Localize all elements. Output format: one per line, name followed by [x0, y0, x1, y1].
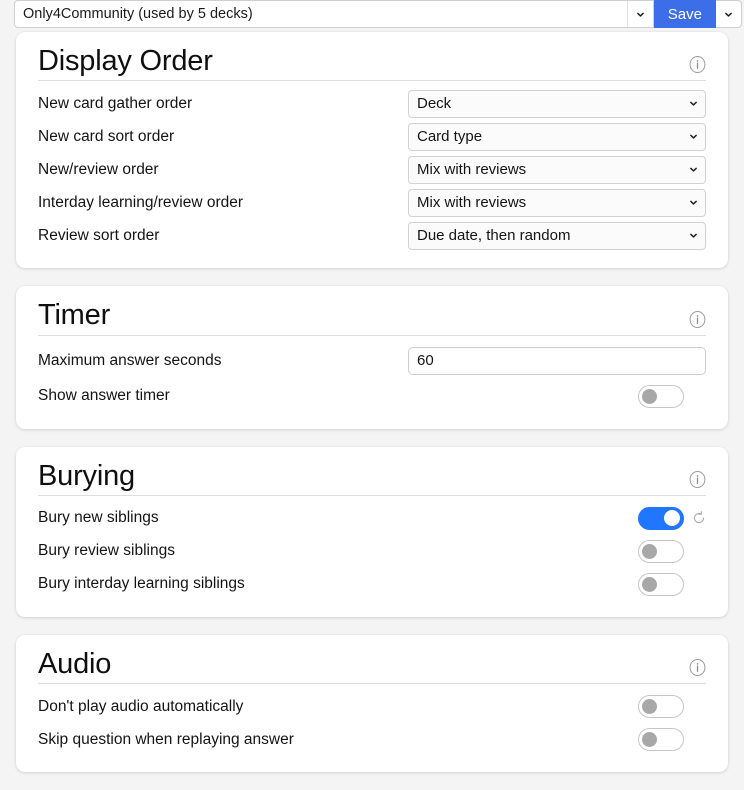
row-review-sort-order: Review sort order Due date, then random: [38, 219, 706, 252]
toggle-wrap: [638, 539, 706, 563]
preset-dropdown-button[interactable]: [626, 1, 653, 27]
section-title: Timer: [38, 299, 111, 332]
settings-scroll-area[interactable]: Display Order New card gather order Deck…: [0, 28, 744, 790]
row-label: Bury interday learning siblings: [38, 575, 245, 593]
preset-selected-value: Only4Community (used by 5 decks): [23, 6, 253, 22]
new-card-gather-order-select[interactable]: Deck: [408, 89, 706, 118]
row-label: Review sort order: [38, 226, 160, 244]
toggle-knob: [642, 732, 657, 748]
save-button[interactable]: Save: [653, 0, 716, 28]
row-control: 60: [408, 346, 706, 375]
row-bury-review-siblings: Bury review siblings: [38, 535, 706, 568]
row-dont-play-audio-automatically: Don't play audio automatically: [38, 690, 706, 723]
bury-review-siblings-toggle[interactable]: [638, 539, 684, 563]
section-header: Audio: [38, 647, 706, 685]
chevron-down-icon: [681, 132, 705, 141]
row-control: [408, 572, 706, 596]
row-label: Bury review siblings: [38, 542, 175, 560]
section-timer: Timer Maximum answer seconds 60 Show ans…: [16, 286, 728, 429]
section-display-order: Display Order New card gather order Deck…: [16, 32, 728, 269]
review-sort-order-select[interactable]: Due date, then random: [408, 221, 706, 250]
row-control: Due date, then random: [408, 221, 706, 250]
info-icon[interactable]: [689, 56, 706, 74]
row-label: New card sort order: [38, 127, 175, 145]
info-icon[interactable]: [689, 659, 706, 677]
row-label: Don't play audio automatically: [38, 697, 244, 715]
toggle-wrap: [638, 728, 706, 752]
skip-question-when-replaying-answer-toggle[interactable]: [638, 728, 684, 752]
row-control: Mix with reviews: [408, 188, 706, 217]
toggle-knob: [642, 699, 657, 715]
revert-icon[interactable]: [692, 511, 706, 525]
bury-interday-learning-siblings-toggle[interactable]: [638, 572, 684, 596]
section-header: Timer: [38, 299, 706, 336]
row-new-card-sort-order: New card sort order Card type: [38, 120, 706, 153]
row-control: Mix with reviews: [408, 155, 706, 184]
row-new-card-gather-order: New card gather order Deck: [38, 87, 706, 120]
toggle-wrap: [638, 695, 706, 719]
toggle-wrap: [638, 384, 706, 408]
row-label: New/review order: [38, 160, 159, 178]
show-answer-timer-toggle[interactable]: [638, 384, 684, 408]
section-title: Audio: [38, 647, 112, 680]
maximum-answer-seconds-input[interactable]: 60: [408, 346, 706, 375]
select-value: Card type: [417, 128, 483, 146]
row-interday-learning-review-order: Interday learning/review order Mix with …: [38, 186, 706, 219]
row-label: New card gather order: [38, 94, 193, 112]
section-title: Display Order: [38, 45, 213, 77]
section-title: Burying: [38, 459, 135, 492]
row-control: [408, 506, 706, 530]
row-control: [408, 384, 706, 408]
preset-combobox[interactable]: Only4Community (used by 5 decks): [14, 0, 654, 28]
chevron-down-icon: [681, 165, 705, 174]
toggle-wrap: [638, 506, 706, 530]
section-audio: Audio Don't play audio automatically Ski…: [16, 634, 728, 773]
chevron-down-icon: [636, 12, 644, 17]
chevron-down-icon: [681, 198, 705, 207]
row-new-review-order: New/review order Mix with reviews: [38, 153, 706, 186]
toggle-knob: [642, 543, 657, 559]
save-dropdown-button[interactable]: [716, 0, 742, 28]
row-control: Deck: [408, 89, 706, 118]
row-label: Maximum answer seconds: [38, 351, 222, 369]
toggle-wrap: [638, 572, 706, 596]
section-header: Display Order: [38, 45, 706, 82]
select-value: Due date, then random: [417, 227, 571, 245]
section-header: Burying: [38, 459, 706, 496]
interday-learning-review-order-select[interactable]: Mix with reviews: [408, 188, 706, 217]
toggle-knob: [642, 576, 657, 592]
toggle-knob: [664, 510, 680, 527]
new-review-order-select[interactable]: Mix with reviews: [408, 155, 706, 184]
row-control: [408, 539, 706, 563]
dont-play-audio-automatically-toggle[interactable]: [638, 695, 684, 719]
row-label: Skip question when replaying answer: [38, 730, 294, 748]
row-bury-interday-learning-siblings: Bury interday learning siblings: [38, 568, 706, 601]
info-icon[interactable]: [689, 470, 706, 488]
row-maximum-answer-seconds: Maximum answer seconds 60: [38, 342, 706, 380]
top-toolbar: Only4Community (used by 5 decks) Save: [0, 0, 744, 28]
select-value: Mix with reviews: [417, 194, 527, 212]
row-show-answer-timer: Show answer timer: [38, 380, 706, 413]
section-burying: Burying Bury new siblings Bury review si…: [16, 446, 728, 617]
select-value: Mix with reviews: [417, 161, 527, 179]
toggle-knob: [642, 388, 657, 404]
row-control: [408, 695, 706, 719]
chevron-down-icon: [725, 12, 732, 17]
row-skip-question-when-replaying-answer: Skip question when replaying answer: [38, 723, 706, 756]
chevron-down-icon: [681, 231, 705, 240]
select-value: Deck: [417, 95, 452, 113]
row-control: [408, 728, 706, 752]
chevron-down-icon: [681, 99, 705, 108]
row-bury-new-siblings: Bury new siblings: [38, 502, 706, 535]
row-control: Card type: [408, 122, 706, 151]
new-card-sort-order-select[interactable]: Card type: [408, 122, 706, 151]
row-label: Bury new siblings: [38, 509, 159, 527]
bury-new-siblings-toggle[interactable]: [638, 506, 684, 530]
row-label: Interday learning/review order: [38, 193, 244, 211]
info-icon[interactable]: [689, 310, 706, 328]
row-label: Show answer timer: [38, 387, 170, 405]
